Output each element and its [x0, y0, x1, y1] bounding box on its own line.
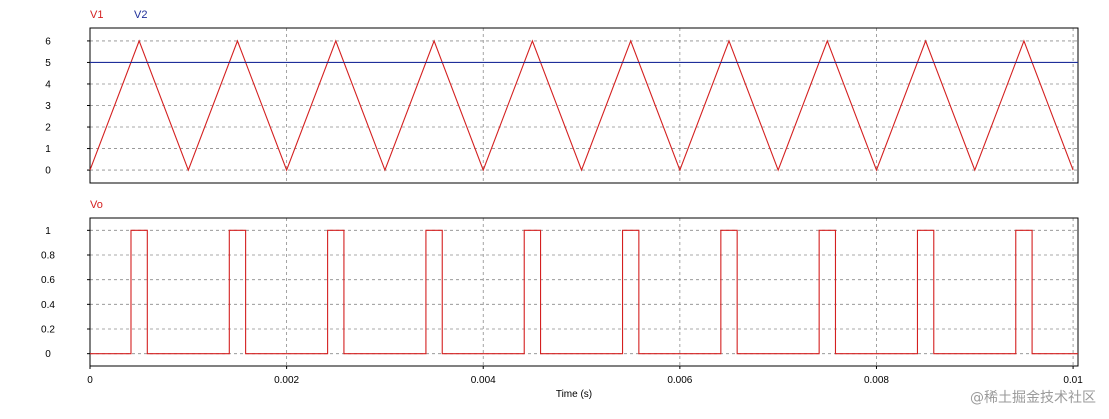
y-tick-label: 0	[45, 166, 51, 177]
y-tick-label: 0	[45, 349, 51, 360]
y-tick-label: 0.6	[41, 275, 55, 286]
y-tick-label: 1	[45, 144, 51, 155]
x-tick-label: 0.004	[471, 375, 496, 386]
watermark-text: @稀土掘金技术社区	[970, 390, 1096, 406]
x-tick-label: 0	[87, 375, 93, 386]
y-tick-label: 2	[45, 123, 51, 134]
y-tick-label: 0.8	[41, 251, 55, 262]
y-tick-label: 3	[45, 101, 51, 112]
legend-entry-v2: V2	[134, 9, 147, 21]
x-tick-label: 0.002	[274, 375, 299, 386]
y-tick-label: 0.2	[41, 325, 55, 336]
x-tick-label: 0.006	[667, 375, 692, 386]
y-tick-label: 5	[45, 58, 51, 69]
legend-entry-v1: V1	[90, 9, 103, 21]
waveform-plot: 0 1 2 3 4 5 6 V1 V2 0 0.2 0.4 0.6 0.8 1 0 0.002 0.004 0.00…	[41, 9, 1096, 406]
y-tick-label: 1	[45, 226, 51, 237]
x-tick-label: 0.008	[864, 375, 889, 386]
legend-entry-vo: Vo	[90, 199, 103, 211]
y-tick-label: 0.4	[41, 300, 55, 311]
chart-panel-2: 0 0.2 0.4 0.6 0.8 1 0 0.002 0.004 0.006 0.008 0.01 T…	[41, 199, 1083, 400]
x-axis-label: Time (s)	[556, 389, 592, 400]
y-tick-label: 6	[45, 36, 51, 47]
y-tick-label: 4	[45, 79, 51, 90]
series-line-vo	[90, 229, 1078, 355]
chart-panel-1: 0 1 2 3 4 5 6 V1 V2	[45, 9, 1079, 184]
plot-frame	[89, 217, 1079, 367]
x-tick-label: 0.01	[1063, 375, 1083, 386]
